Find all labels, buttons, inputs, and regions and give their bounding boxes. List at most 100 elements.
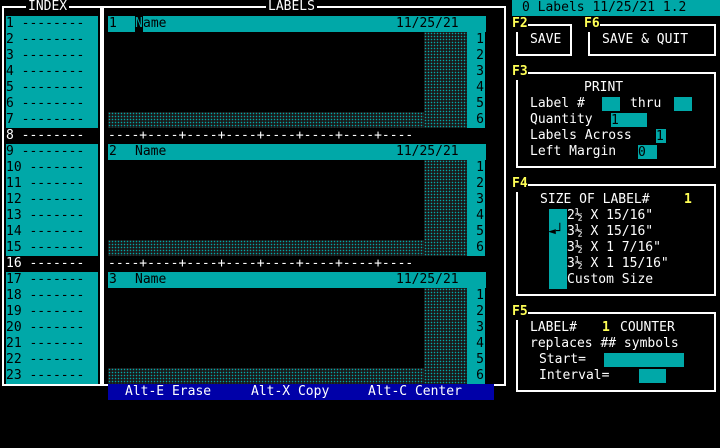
status-title-bar: 0 Labels 11/25/21 1.2: [512, 0, 720, 16]
label-name[interactable]: ame: [143, 16, 166, 32]
index-row[interactable]: 8 --------: [6, 128, 98, 144]
index-row[interactable]: 22 -------: [6, 352, 98, 368]
custom-size-option[interactable]: Custom Size: [567, 272, 653, 288]
line-number: 6: [476, 112, 484, 127]
index-row[interactable]: 16 -------: [6, 256, 98, 272]
erase-command[interactable]: Alt-E Erase: [125, 384, 211, 400]
label-header: 1 Name 11/25/21: [108, 16, 486, 32]
size-option[interactable]: 3½ X 1 7/16": [567, 240, 661, 256]
label-number: 3: [109, 272, 117, 287]
labels-title: LABELS: [266, 0, 317, 14]
f4-key: F4: [512, 176, 528, 192]
label-date: 11/25/21: [396, 144, 459, 159]
label-margin-right: [424, 160, 467, 256]
index-row[interactable]: 10 -------: [6, 160, 98, 176]
line-number: 6: [476, 368, 484, 383]
label-margin-bottom: [108, 112, 424, 128]
label-size-panel: SIZE OF LABEL# 1 ◄┘ 2½ X 15/16" 3½ X 15/1…: [516, 184, 716, 296]
index-row[interactable]: 9 --------: [6, 144, 98, 160]
size-option[interactable]: 2½ X 15/16": [567, 208, 653, 224]
label-margin-right: [424, 32, 467, 128]
size-option[interactable]: 3½ X 15/16": [567, 224, 653, 240]
index-row[interactable]: 3 --------: [6, 48, 98, 64]
label-name[interactable]: Name: [135, 272, 166, 288]
label-name[interactable]: Name: [135, 144, 166, 160]
status-title: 0 Labels 11/25/21 1.2: [522, 0, 687, 15]
label-number: 1: [109, 16, 117, 31]
start-label: Start=: [539, 352, 586, 367]
left-margin-label: Left Margin: [530, 144, 617, 159]
label-number: 2: [109, 144, 117, 159]
bottom-bar: Alt-E Erase Alt-X Copy Alt-C Center: [108, 384, 494, 400]
index-row[interactable]: 7 --------: [6, 112, 98, 128]
index-row[interactable]: 5 --------: [6, 80, 98, 96]
center-command[interactable]: Alt-C Center: [368, 384, 462, 400]
index-row[interactable]: 13 -------: [6, 208, 98, 224]
line-number: 6: [476, 240, 484, 255]
index-row[interactable]: 4 --------: [6, 64, 98, 80]
print-heading: PRINT: [584, 80, 624, 95]
labels-across-field[interactable]: 1: [656, 129, 666, 144]
index-row[interactable]: 11 -------: [6, 176, 98, 192]
text-cursor: N: [135, 16, 143, 32]
counter-label-hash: LABEL#: [530, 320, 577, 335]
line-number: 4: [476, 208, 484, 223]
start-field[interactable]: [604, 353, 684, 367]
index-row[interactable]: 1 --------: [6, 16, 98, 32]
left-margin-field[interactable]: 0: [638, 145, 657, 160]
interval-field[interactable]: [639, 369, 666, 383]
label-header: 2 Name 11/25/21: [108, 144, 486, 160]
line-number: 1: [476, 288, 484, 303]
size-heading: SIZE OF LABEL#: [540, 192, 650, 207]
line-number: 1: [476, 160, 484, 175]
line-number: 5: [476, 224, 484, 239]
line-number: 5: [476, 96, 484, 111]
size-label-number: 1: [684, 192, 692, 207]
label-separator-ruler: ----+----+----+----+----+----+----+----: [108, 256, 414, 271]
index-row[interactable]: 14 -------: [6, 224, 98, 240]
f2-key: F2: [512, 16, 528, 32]
line-number: 2: [476, 304, 484, 319]
label-margin-bottom: [108, 368, 424, 384]
quantity-label: Quantity: [530, 112, 593, 127]
index-row[interactable]: 17 -------: [6, 272, 98, 288]
thru-label: thru: [630, 96, 662, 111]
line-number: 3: [476, 64, 484, 79]
size-selector-column: [549, 209, 567, 289]
label-number-label: Label #: [530, 96, 585, 111]
copy-command[interactable]: Alt-X Copy: [251, 384, 329, 400]
size-option[interactable]: 3½ X 1 15/16": [567, 256, 669, 272]
print-panel: PRINT Label # thru Quantity 1 Labels Acr…: [516, 72, 716, 168]
index-row[interactable]: 21 -------: [6, 336, 98, 352]
index-row[interactable]: 12 -------: [6, 192, 98, 208]
label-date: 11/25/21: [396, 16, 459, 31]
f3-key: F3: [512, 64, 528, 80]
label-separator-ruler: ----+----+----+----+----+----+----+----: [108, 128, 414, 143]
index-row[interactable]: 23 -------: [6, 368, 98, 384]
index-row[interactable]: 15 -------: [6, 240, 98, 256]
label-header: 3 Name 11/25/21: [108, 272, 486, 288]
label-date: 11/25/21: [396, 272, 459, 287]
index-row[interactable]: 6 --------: [6, 96, 98, 112]
save-quit-button[interactable]: SAVE & QUIT: [588, 24, 716, 56]
line-numbers: 123456: [467, 288, 485, 384]
f5-key: F5: [512, 304, 528, 320]
index-row[interactable]: 20 -------: [6, 320, 98, 336]
f6-key: F6: [584, 16, 600, 32]
line-number: 2: [476, 176, 484, 191]
index-row[interactable]: 19 -------: [6, 304, 98, 320]
enter-icon: ◄┘: [548, 224, 564, 239]
label-from-field[interactable]: [602, 97, 620, 111]
line-number: 3: [476, 192, 484, 207]
quantity-field[interactable]: 1: [611, 113, 647, 128]
index-row[interactable]: 18 -------: [6, 288, 98, 304]
counter-label-number: 1: [602, 320, 610, 335]
replaces-text: replaces ## symbols: [530, 336, 679, 351]
index-title: INDEX: [26, 0, 70, 14]
line-number: 4: [476, 80, 484, 95]
line-numbers: 123456: [467, 160, 485, 256]
label-margin-right: [424, 288, 467, 384]
index-row[interactable]: 2 --------: [6, 32, 98, 48]
interval-label: Interval=: [539, 368, 610, 383]
label-to-field[interactable]: [674, 97, 692, 111]
